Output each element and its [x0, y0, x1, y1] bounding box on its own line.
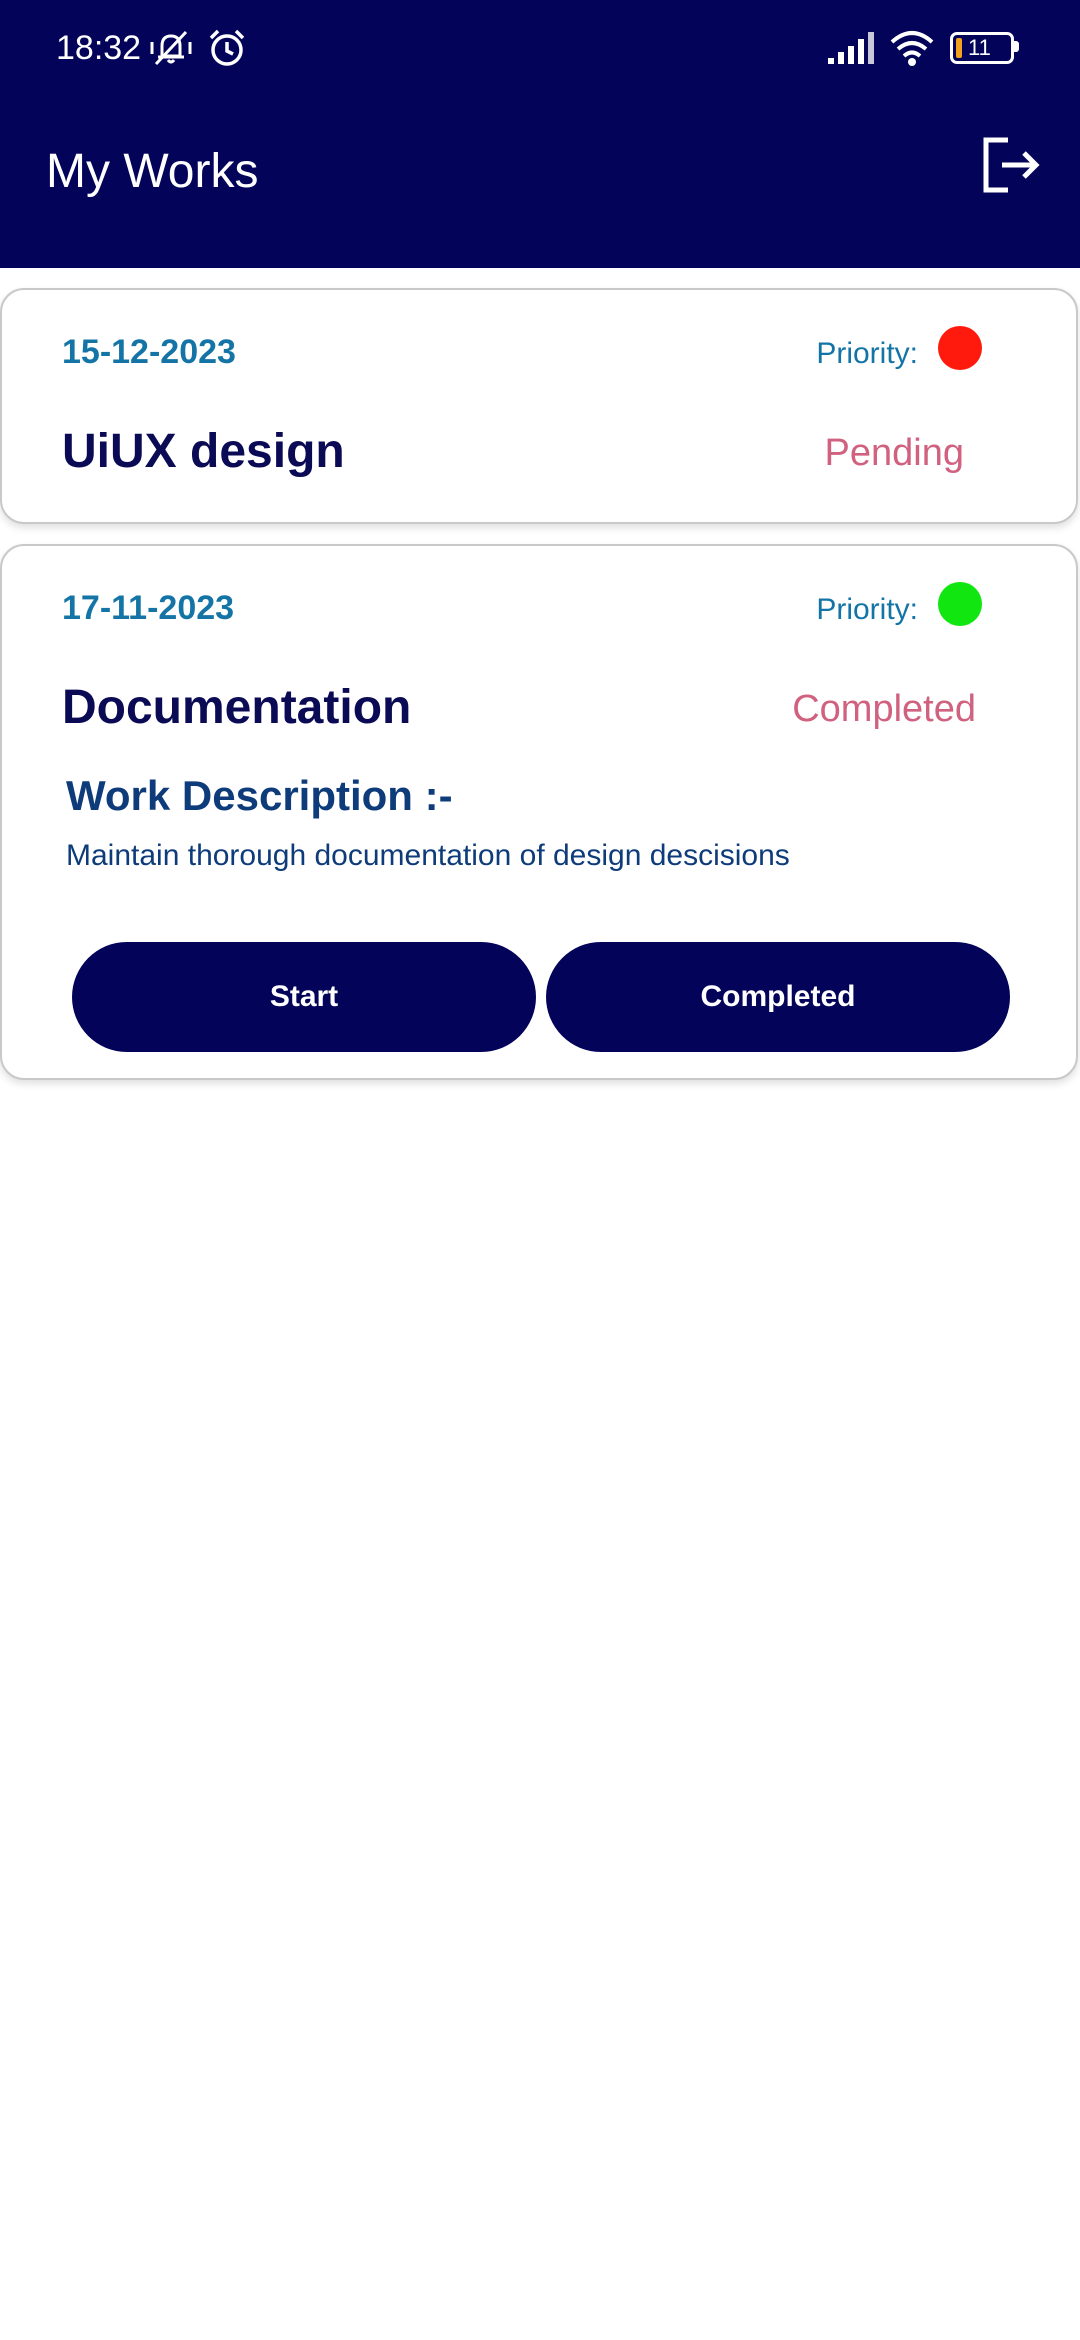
wifi-icon [890, 31, 934, 66]
priority-label: Priority: [816, 337, 918, 370]
start-button-label: Start [269, 980, 339, 1013]
start-button[interactable]: Start [72, 942, 536, 1052]
work-status: Pending [824, 432, 964, 474]
app-screen: 18:32 11 My Works 15-12-2023 Priority: U… [0, 0, 1080, 2340]
description-text: Maintain thorough documentation of desig… [66, 839, 790, 872]
work-card[interactable]: 17-11-2023 Priority: Documentation Compl… [0, 544, 1078, 1080]
completed-button-label: Completed [700, 980, 856, 1013]
priority-indicator-low [938, 582, 982, 626]
work-date: 15-12-2023 [62, 333, 236, 371]
work-status: Completed [792, 688, 976, 730]
battery-level: 11 [968, 35, 991, 60]
work-card[interactable]: 15-12-2023 Priority: UiUX design Pending [0, 288, 1078, 524]
page-title: My Works [46, 145, 259, 198]
completed-button[interactable]: Completed [546, 942, 1010, 1052]
logout-icon [983, 137, 1040, 193]
logout-button[interactable] [978, 132, 1044, 198]
work-title: Documentation [62, 681, 412, 734]
signal-icon [828, 32, 874, 64]
app-header: 18:32 11 My Works [0, 0, 1080, 268]
work-date: 17-11-2023 [62, 589, 235, 627]
description-heading: Work Description :- [66, 772, 453, 819]
status-time: 18:32 [56, 29, 142, 67]
priority-indicator-high [938, 326, 982, 370]
work-title: UiUX design [62, 425, 345, 478]
priority-label: Priority: [816, 593, 918, 626]
alarm-icon [209, 29, 245, 66]
vibrate-mute-icon [150, 30, 192, 66]
battery-icon: 11 [950, 32, 1019, 64]
